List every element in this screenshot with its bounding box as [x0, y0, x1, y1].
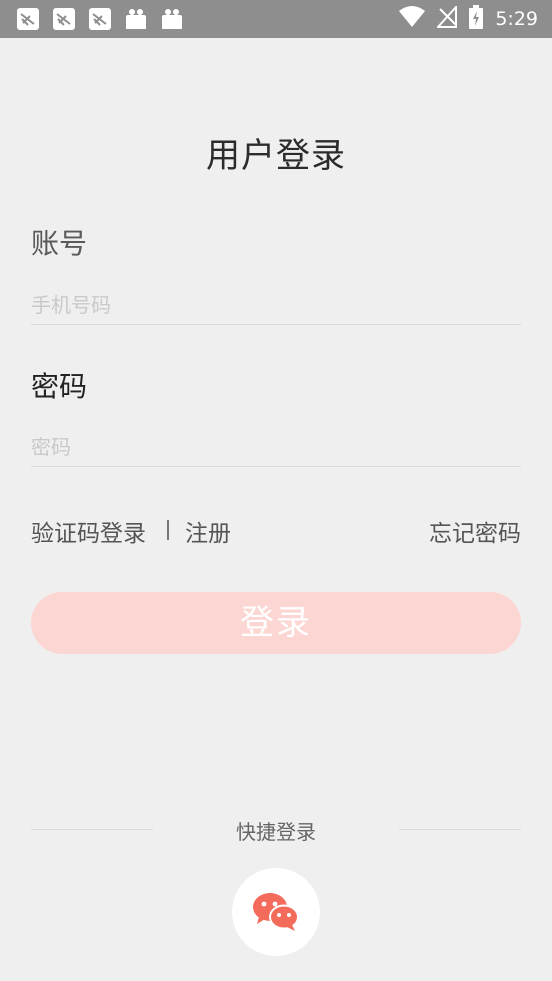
- no-signal-icon: [436, 4, 458, 32]
- system-status: 5:29: [399, 4, 538, 33]
- wifi-icon: [399, 6, 426, 32]
- password-divider: [31, 466, 521, 467]
- auth-links: 验证码登录 注册 忘记密码: [31, 514, 521, 548]
- password-label: 密码: [31, 370, 88, 403]
- account-divider: [31, 324, 521, 325]
- status-bar: 5:29: [0, 0, 552, 38]
- app-notification-icon: [16, 7, 40, 31]
- shopping-bag-icon: [160, 7, 184, 31]
- account-label: 账号: [31, 227, 88, 260]
- shopping-bag-icon: [124, 7, 148, 31]
- register-link[interactable]: 注册: [185, 514, 231, 548]
- app-notification-icon: [88, 7, 112, 31]
- forgot-password-link[interactable]: 忘记密码: [429, 514, 521, 548]
- notification-icons: [16, 7, 184, 31]
- battery-charging-icon: [469, 5, 484, 33]
- app-notification-icon: [52, 7, 76, 31]
- clock: 5:29: [495, 8, 538, 30]
- quick-login-divider-right: [399, 829, 521, 830]
- wechat-login-button[interactable]: [232, 868, 320, 956]
- quick-login-header: 快捷登录: [31, 816, 521, 844]
- page-title: 用户登录: [206, 136, 346, 176]
- link-separator: [167, 520, 169, 540]
- phone-number-input[interactable]: [31, 283, 521, 327]
- login-button[interactable]: 登录: [31, 592, 521, 654]
- quick-login-label: 快捷登录: [236, 820, 316, 844]
- wechat-icon: [251, 890, 301, 935]
- code-login-link[interactable]: 验证码登录: [31, 514, 146, 548]
- password-input[interactable]: [31, 425, 521, 469]
